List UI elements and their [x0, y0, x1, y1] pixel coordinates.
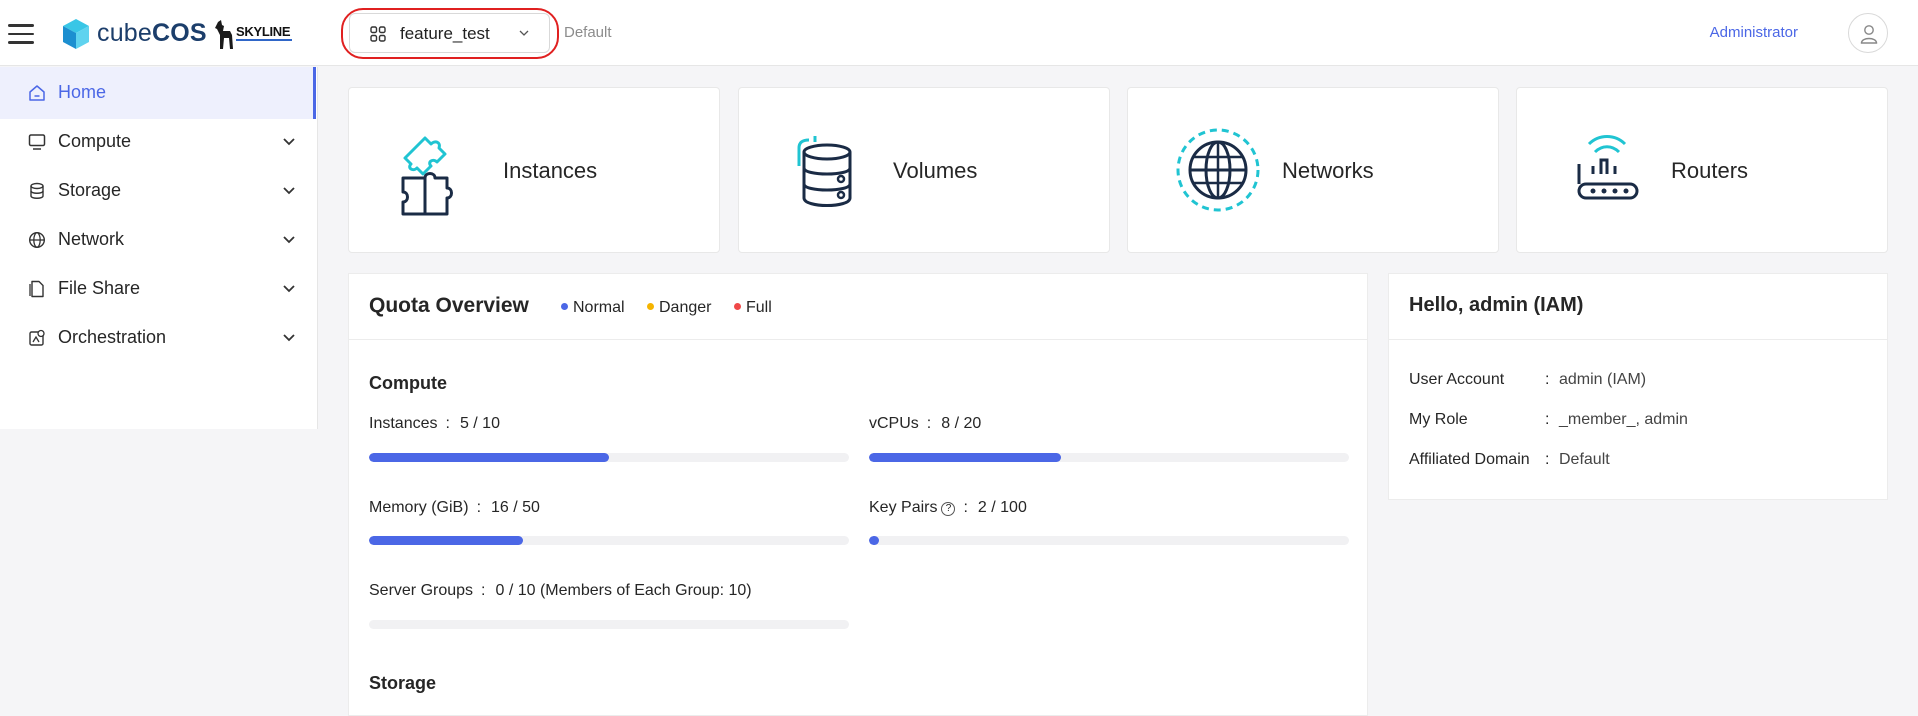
- user-menu-link[interactable]: Administrator: [1710, 24, 1798, 41]
- user-info-header: Hello, admin (IAM): [1389, 274, 1887, 340]
- quota-fill: [869, 536, 879, 545]
- routers-label: Routers: [1671, 158, 1749, 183]
- separator: :: [1545, 411, 1550, 428]
- user-icon: [1860, 25, 1878, 44]
- legend-normal: Normal: [561, 299, 625, 317]
- skyline-llama-icon: [215, 20, 233, 49]
- home-icon: [29, 85, 45, 101]
- networks-card[interactable]: Networks: [1127, 87, 1499, 253]
- user-greeting: Hello, admin (IAM): [1409, 294, 1584, 316]
- instances-label: Instances: [503, 158, 598, 183]
- sidebar-item-label: Home: [58, 82, 107, 102]
- user-account-value: admin (IAM): [1559, 371, 1647, 388]
- instances-card[interactable]: Instances: [348, 87, 720, 253]
- sidebar-item-network[interactable]: Network: [0, 214, 316, 266]
- sidebar-item-label: File Share: [58, 278, 141, 298]
- quota-instances-label: Instances:5 / 10: [369, 415, 500, 432]
- sidebar-item-compute[interactable]: Compute: [0, 116, 316, 168]
- sidebar-item-label: Orchestration: [58, 327, 167, 347]
- storage-section-title: Storage: [369, 673, 437, 693]
- orchestration-icon: [29, 329, 45, 346]
- apps-grid-icon: [370, 26, 386, 42]
- chevron-down-icon: [283, 236, 295, 244]
- quota-fill: [369, 453, 609, 462]
- separator: :: [1545, 451, 1550, 468]
- dot-icon: [561, 303, 568, 310]
- routers-card[interactable]: Routers: [1516, 87, 1888, 253]
- my-role-value: _member_, admin: [1559, 411, 1688, 428]
- volumes-card[interactable]: Volumes: [738, 87, 1110, 253]
- dot-icon: [647, 303, 654, 310]
- quota-header: Quota Overview Normal Danger Full: [349, 274, 1367, 340]
- quota-server-groups-label: Server Groups:0 / 10 (Members of Each Gr…: [369, 582, 752, 599]
- affiliated-domain-key: Affiliated Domain: [1409, 451, 1530, 468]
- quota-overview-panel: Quota Overview Normal Danger Full Comput…: [348, 273, 1368, 716]
- quota-memory-bar: [369, 536, 849, 545]
- database-icon: [797, 136, 852, 207]
- sidebar-item-orchestration[interactable]: Orchestration: [0, 312, 316, 364]
- chevron-down-icon: [283, 285, 295, 293]
- skyline-wordmark: SKYLINE: [236, 24, 291, 39]
- legend-full: Full: [734, 299, 772, 317]
- sidebar-item-label: Network: [58, 229, 125, 249]
- chevron-down-icon: [283, 138, 295, 146]
- help-icon[interactable]: ?: [941, 502, 956, 516]
- chevron-down-icon: [283, 334, 295, 342]
- quota-fill: [369, 536, 523, 545]
- avatar[interactable]: [1848, 13, 1888, 53]
- project-name: feature_test: [400, 24, 490, 43]
- quota-vcpus-bar: [869, 453, 1349, 462]
- cube-logo-icon: [63, 19, 89, 49]
- chevron-down-icon: [519, 30, 529, 36]
- router-icon: [1577, 135, 1639, 200]
- puzzle-icon: [401, 136, 453, 216]
- file-icon: [29, 280, 44, 298]
- separator: :: [1545, 371, 1550, 388]
- affiliated-domain-value: Default: [1559, 451, 1610, 468]
- monitor-icon: [28, 134, 46, 150]
- quota-server-groups-bar: [369, 620, 849, 629]
- quota-instances-bar: [369, 453, 849, 462]
- brand-logo[interactable]: cubeCOS: [97, 19, 207, 48]
- legend-danger: Danger: [647, 299, 711, 317]
- quota-keypairs-label: Key Pairs?:2 / 100: [869, 499, 1027, 516]
- skyline-underline: [236, 39, 292, 41]
- quota-title: Quota Overview: [369, 294, 529, 317]
- sidebar-item-home[interactable]: Home: [0, 67, 316, 119]
- quota-vcpus-label: vCPUs:8 / 20: [869, 415, 982, 432]
- sidebar-item-file-share[interactable]: File Share: [0, 263, 316, 315]
- sidebar-item-label: Compute: [58, 131, 132, 151]
- sidebar: Home Compute Storage Network File Share …: [0, 67, 318, 429]
- database-icon: [30, 182, 44, 199]
- globe-icon: [28, 231, 46, 249]
- quota-keypairs-bar: [869, 536, 1349, 545]
- domain-label: Default: [564, 24, 612, 41]
- compute-section-title: Compute: [369, 373, 447, 393]
- volumes-label: Volumes: [893, 158, 978, 183]
- sidebar-item-storage[interactable]: Storage: [0, 165, 316, 217]
- quota-memory-label: Memory (GiB):16 / 50: [369, 499, 540, 516]
- globe-icon: [1176, 128, 1260, 212]
- top-header: cubeCOS SKYLINE feature_test Default Adm…: [0, 0, 1918, 66]
- project-selector[interactable]: feature_test: [349, 13, 550, 53]
- sidebar-item-label: Storage: [58, 180, 122, 200]
- networks-label: Networks: [1282, 158, 1374, 183]
- user-info-panel: Hello, admin (IAM) User Account : admin …: [1388, 273, 1888, 500]
- menu-icon[interactable]: [8, 18, 34, 48]
- chevron-down-icon: [283, 187, 295, 195]
- quota-fill: [869, 453, 1061, 462]
- user-account-key: User Account: [1409, 371, 1505, 388]
- dot-icon: [734, 303, 741, 310]
- my-role-key: My Role: [1409, 411, 1468, 428]
